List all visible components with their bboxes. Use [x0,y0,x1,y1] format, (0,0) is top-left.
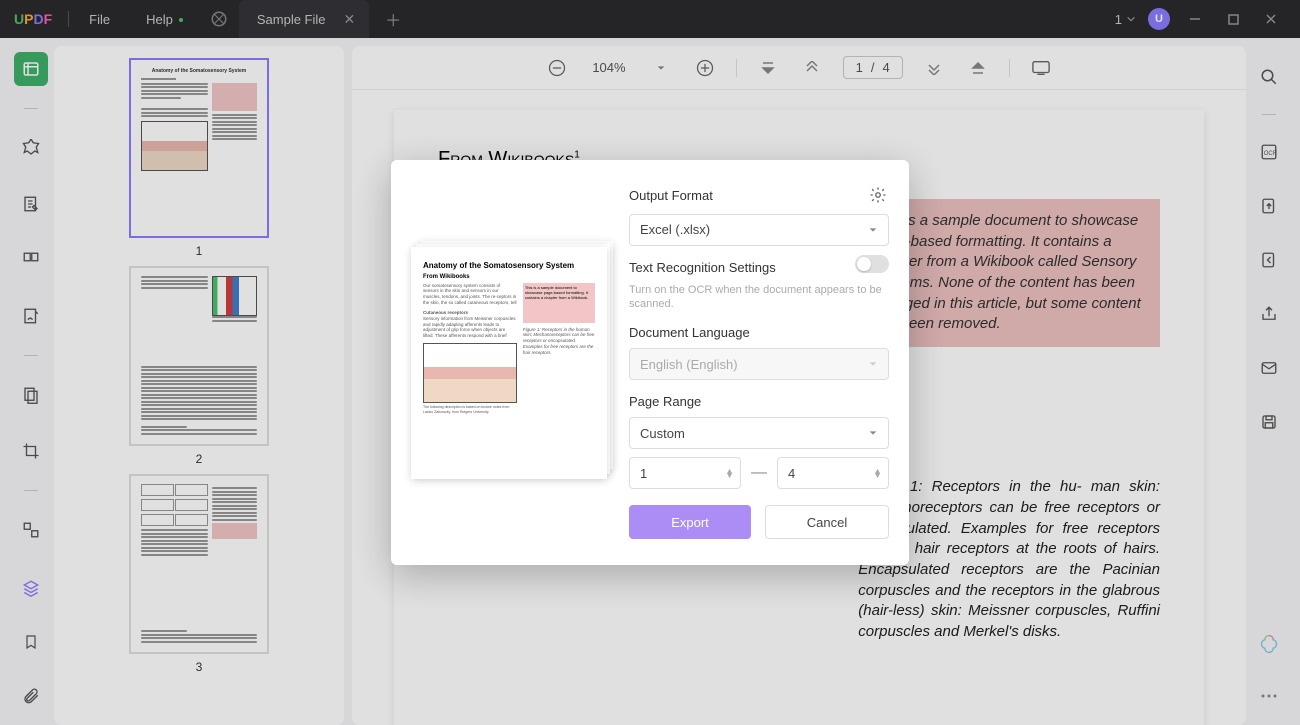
preview-title: Anatomy of the Somatosensory System [423,261,595,270]
export-dialog: Anatomy of the Somatosensory System From… [391,160,909,566]
cancel-button[interactable]: Cancel [765,505,889,539]
range-from-input[interactable]: 1 ▲▼ [629,457,741,489]
page-range-label: Page Range [629,394,889,409]
language-label: Document Language [629,325,889,340]
range-to-input[interactable]: 4 ▲▼ [777,457,889,489]
page-range-select[interactable]: Custom [629,417,889,449]
preview-subtitle: From Wikibooks [423,274,595,280]
modal-overlay: Anatomy of the Somatosensory System From… [0,0,1300,725]
spin-down-icon[interactable]: ▼ [873,473,882,478]
export-button[interactable]: Export [629,505,751,539]
ocr-help-text: Turn on the OCR when the document appear… [629,283,889,312]
settings-icon[interactable] [869,186,889,206]
language-select: English (English) [629,348,889,380]
ocr-label: Text Recognition Settings [629,260,776,275]
dropdown-icon [868,225,878,235]
spin-down-icon[interactable]: ▼ [725,473,734,478]
ocr-toggle[interactable] [855,255,889,273]
output-format-select[interactable]: Excel (.xlsx) [629,214,889,246]
dropdown-icon [868,359,878,369]
output-format-label: Output Format [629,188,713,203]
export-preview: Anatomy of the Somatosensory System From… [411,247,607,479]
dropdown-icon [868,428,878,438]
